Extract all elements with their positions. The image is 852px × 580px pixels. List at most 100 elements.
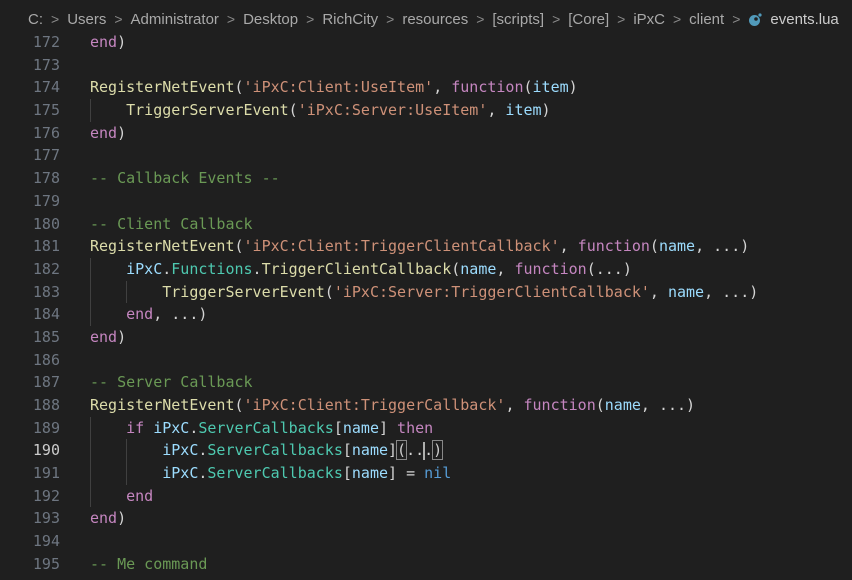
lua-file-icon [749,13,762,26]
code-line[interactable]: 195 -- Me command [0,553,852,576]
code-text: iPxC.Functions.TriggerClientCallback(nam… [126,258,632,281]
code-token: -- Callback Events -- [90,169,280,188]
code-line[interactable]: 190 iPxC. ServerCallbacks[name](...) [0,439,852,463]
code-text: end) [90,326,126,349]
code-line[interactable]: 184 end, ...) [0,303,852,326]
code-text: end) [90,507,126,530]
code-token: name [342,418,379,437]
line-number: 181 [32,237,60,256]
code-token: end [126,486,154,505]
code-line[interactable]: 172 end) [0,31,852,54]
code-line[interactable]: 174 RegisterNetEvent('iPxC:Client:UseItem… [0,76,852,99]
line-number: 186 [32,350,60,369]
code-token: -- Server Callback [90,373,253,392]
code-token: -- Me command [90,554,208,573]
breadcrumb-item[interactable]: Users [67,11,106,28]
code-line[interactable]: 192 end [0,484,852,508]
code-token: iPxC [162,441,199,460]
code-token: TriggerServerEvent [162,282,325,301]
line-number: 182 [32,259,60,278]
code-token: (...) [586,259,632,278]
code-token: item [532,78,569,97]
code-token: -- Client Callback [90,214,253,233]
code-token: ( [234,78,244,97]
line-number: 180 [32,214,60,233]
line-number: 188 [32,396,60,414]
code-token: 'iPxC:Client:UseItem' [243,78,434,97]
breadcrumb-separator: > [672,11,682,27]
code-line[interactable]: 180 -- Client Callback [0,213,852,236]
breadcrumb-separator: > [386,11,395,27]
code-line[interactable]: 173 [0,54,852,77]
code-token: ServerCallbacks [198,418,334,437]
code-token: ) [117,509,127,528]
code-line[interactable]: 177 [0,144,852,167]
breadcrumb-item[interactable]: C: [28,11,43,28]
code-token: ] [378,418,398,437]
breadcrumb-separator: > [476,11,485,27]
code-line[interactable]: 185 end) [0,326,852,349]
code-line[interactable]: 175 TriggerServerEvent('iPxC:Server:UseIt… [0,99,852,122]
line-number: 194 [32,532,60,551]
code-token: ... [406,441,433,460]
breadcrumb-item[interactable]: iPxC [633,11,665,28]
code-line[interactable]: 186 [0,349,852,372]
line-number: 175 [32,101,60,120]
code-text: iPxC.ServerCallbacks[name] = nil [162,462,451,485]
line-number: 195 [32,554,60,573]
code-line[interactable]: 189 if iPxC.ServerCallbacks[name] then [0,416,852,440]
code-token: , [496,259,515,278]
code-token: ServerCallbacks [207,464,343,483]
breadcrumb-item[interactable]: [Core] [568,11,609,28]
code-token: function [523,396,596,414]
line-number: 185 [32,327,60,346]
breadcrumb-separator: > [306,11,315,27]
code-line[interactable]: 182 iPxC.Functions.TriggerClientCallback(… [0,257,852,281]
code-text: end) [90,31,126,54]
code-token: ] = [388,464,425,483]
breadcrumb-item[interactable]: Desktop [243,11,298,28]
breadcrumb-separator: > [226,11,236,27]
breadcrumb-item[interactable]: [scripts] [492,11,544,28]
breadcrumb-item[interactable]: client [689,11,724,28]
code-line[interactable]: 193 end) [0,507,852,530]
code-token: then [397,418,434,437]
code-token: ] [388,441,398,460]
breadcrumb-file[interactable]: events.lua [770,11,838,28]
indent-guide [126,462,128,485]
indent-guide [90,416,91,440]
breadcrumb-separator: > [617,11,626,27]
code-token: 'iPxC:Server:TriggerClientCallback' [333,282,650,301]
breadcrumb-item[interactable]: Administrator [131,11,219,28]
code-token: [ [333,418,343,437]
code-line[interactable]: 176 end) [0,122,852,145]
code-line[interactable]: 187 -- Server Callback [0,371,852,394]
code-token: , [433,78,452,97]
code-text: -- Callback Events -- [90,167,280,190]
indent-guide [90,280,91,304]
code-line[interactable]: 188 RegisterNetEvent('iPxC:Client:Trigger… [0,394,852,417]
code-text: -- Me command [90,553,207,576]
code-line[interactable]: 191 iPxC.ServerCallbacks[name] = nil [0,462,852,485]
code-token: ) [541,101,551,120]
breadcrumb-item[interactable]: resources [402,11,468,28]
line-number: 176 [32,123,60,142]
line-number: 174 [32,78,60,97]
code-token: end [90,327,118,346]
code-token: ( [451,259,461,278]
indent-guide [126,280,128,304]
code-line[interactable]: 194 [0,530,852,553]
code-editor[interactable]: 172 end) 173 174 RegisterNetEvent('iPxC:Clie… [0,31,852,580]
code-token: function [577,237,650,256]
code-token: , [505,396,524,414]
code-token: iPxC [162,464,199,483]
code-line[interactable]: 183 TriggerServerEvent('iPxC:Server:Trigg… [0,280,852,304]
code-token: end [126,305,154,324]
code-line[interactable]: 179 [0,190,852,213]
code-text: end, ...) [126,303,207,326]
code-line[interactable]: 178 -- Callback Events -- [0,167,852,190]
line-number: 172 [32,33,60,51]
code-token: end [90,509,118,528]
breadcrumb-item[interactable]: RichCity [322,11,378,28]
code-line[interactable]: 181 RegisterNetEvent('iPxC:Client:Trigger… [0,235,852,258]
